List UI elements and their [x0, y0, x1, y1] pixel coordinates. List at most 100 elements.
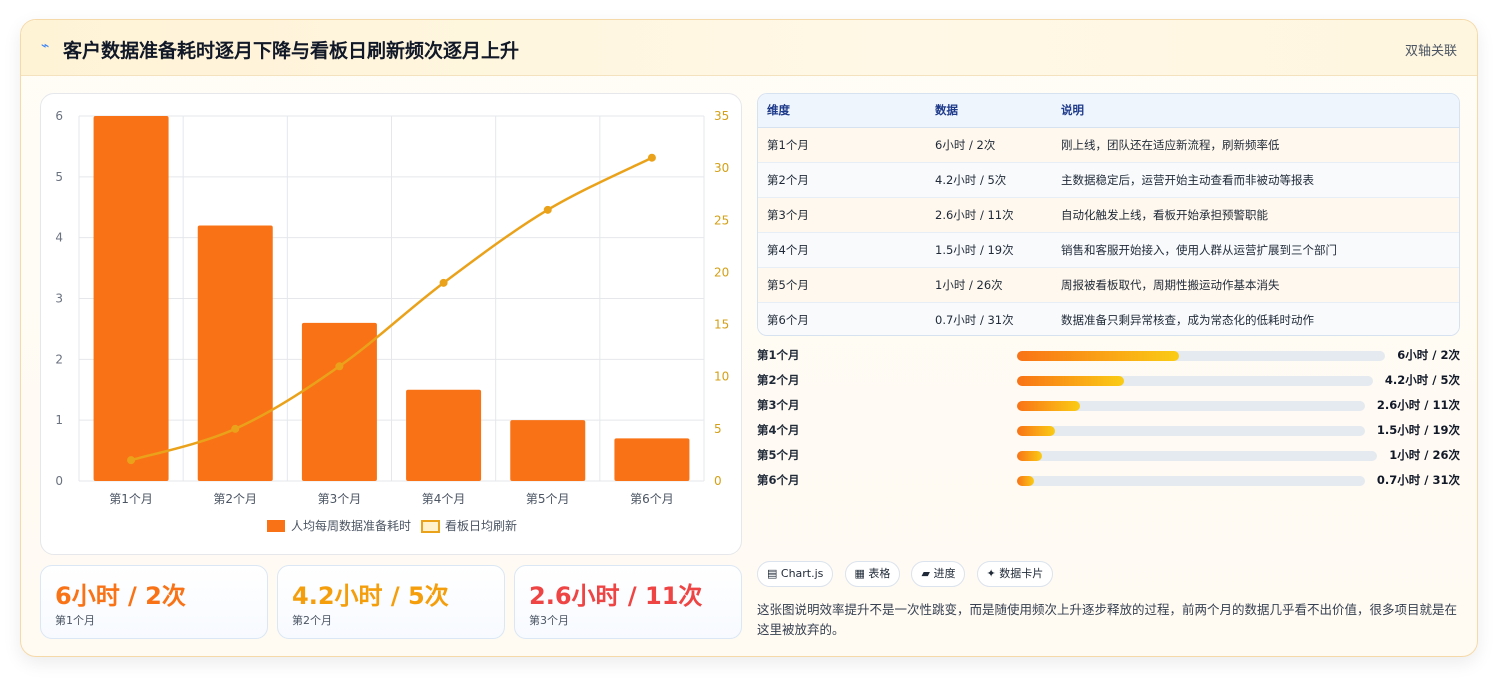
x-tick-label: 第5个月 — [526, 492, 570, 506]
line-point — [335, 362, 344, 371]
bar — [614, 438, 690, 481]
bar — [510, 420, 586, 481]
lightning-icon: ⌁ — [41, 38, 50, 54]
progress-label: 第4个月 — [757, 423, 800, 437]
bar — [406, 389, 482, 481]
x-tick-label: 第6个月 — [630, 492, 674, 506]
cell-dimension: 第6个月 — [758, 302, 926, 335]
progress-label: 第5个月 — [757, 448, 800, 462]
legend-swatch-line — [421, 520, 440, 533]
page-title: 客户数据准备耗时逐月下降与看板日刷新频次逐月上升 — [63, 40, 520, 62]
y-right-tick: 15 — [714, 318, 729, 332]
progress-track — [1017, 401, 1365, 411]
y-right-tick: 20 — [714, 265, 729, 279]
table-row: 第2个月 4.2小时 / 5次 主数据稳定后，运营开始主动查看而非被动等报表 — [758, 162, 1459, 198]
progress-fill — [1017, 351, 1180, 361]
y-right-tick: 30 — [714, 161, 729, 175]
progress-fill — [1017, 401, 1080, 411]
kpi-value: 6小时 / 2次 — [55, 582, 186, 610]
progress-label: 第1个月 — [757, 348, 800, 362]
x-tick-label: 第2个月 — [213, 492, 257, 506]
chip-data-card[interactable]: ✦ 数据卡片 — [976, 561, 1054, 587]
cell-dimension: 第3个月 — [758, 197, 926, 233]
line-point — [543, 205, 552, 214]
progress-track — [1017, 376, 1373, 386]
progress-row: 第4个月 1.5小时 / 19次 — [757, 420, 1460, 440]
y-left-tick: 1 — [55, 413, 63, 427]
progress-row: 第2个月 4.2小时 / 5次 — [757, 370, 1460, 390]
cell-data: 1小时 / 26次 — [926, 267, 1052, 303]
dashboard-card: ⌁ 客户数据准备耗时逐月下降与看板日刷新频次逐月上升 双轴关联 01234560… — [20, 19, 1478, 657]
card-header: ⌁ 客户数据准备耗时逐月下降与看板日刷新频次逐月上升 双轴关联 — [21, 20, 1477, 76]
summary-note: 这张图说明效率提升不是一次性跳变，而是随使用频次上升逐步释放的过程，前两个月的数… — [757, 602, 1458, 637]
progress-track — [1017, 351, 1386, 361]
combo-chart: 0 1 2 3 4 5 6 0 5 10 15 20 25 30 35 第1个月 第2个月 第3个月 第4个月 第5个… — [40, 93, 742, 555]
y-right-tick: 25 — [714, 213, 729, 227]
y-right-tick: 5 — [714, 422, 722, 436]
cell-description: 刚上线，团队还在适应新流程，刷新频率低 — [1052, 127, 1459, 163]
progress-fill — [1017, 476, 1035, 486]
y-right-tick: 10 — [714, 370, 729, 384]
line-point — [439, 278, 448, 287]
table-row: 第1个月 6小时 / 2次 刚上线，团队还在适应新流程，刷新频率低 — [758, 127, 1459, 163]
progress-value: 1.5小时 / 19次 — [1376, 423, 1460, 437]
legend-label-bars: 人均每周数据准备耗时 — [291, 518, 411, 533]
cell-dimension: 第2个月 — [758, 162, 926, 198]
cell-description: 数据准备只剩异常核查，成为常态化的低耗时动作 — [1052, 302, 1459, 335]
chip-chartjs[interactable]: ▤ Chart.js — [757, 561, 834, 587]
kpi-card-3: 2.6小时 / 11次 第3个月 — [514, 565, 742, 639]
x-tick-label: 第4个月 — [422, 492, 466, 506]
legend-label-line: 看板日均刷新 — [445, 518, 517, 533]
cell-description: 周报被看板取代，周期性搬运动作基本消失 — [1052, 267, 1459, 303]
progress-value: 0.7小时 / 31次 — [1376, 473, 1460, 487]
progress-track — [1017, 426, 1365, 436]
cell-data: 0.7小时 / 31次 — [926, 302, 1052, 335]
table-row: 第3个月 2.6小时 / 11次 自动化触发上线，看板开始承担预警职能 — [758, 197, 1459, 233]
table-row: 第4个月 1.5小时 / 19次 销售和客服开始接入，使用人群从运营扩展到三个部门 — [758, 232, 1459, 268]
progress-value: 6小时 / 2次 — [1397, 348, 1460, 362]
cell-dimension: 第5个月 — [758, 267, 926, 303]
kpi-value: 4.2小时 / 5次 — [292, 582, 449, 610]
kpi-label: 第1个月 — [55, 614, 95, 627]
dual-axis-tag: 双轴关联 — [1404, 44, 1457, 59]
data-table: 维度 数据 说明 第1个月 6小时 / 2次 刚上线，团队还在适应新流程，刷新频率低… — [757, 93, 1460, 336]
y-left-tick: 3 — [55, 292, 63, 306]
progress-value: 4.2小时 / 5次 — [1384, 373, 1460, 387]
progress-row: 第6个月 0.7小时 / 31次 — [757, 470, 1460, 490]
kpi-value: 2.6小时 / 11次 — [529, 582, 703, 610]
cell-data: 6小时 / 2次 — [926, 127, 1052, 163]
kpi-card-1: 6小时 / 2次 第1个月 — [40, 565, 268, 639]
cell-data: 1.5小时 / 19次 — [926, 232, 1052, 268]
cell-description: 销售和客服开始接入，使用人群从运营扩展到三个部门 — [1052, 232, 1459, 268]
progress-fill — [1017, 451, 1043, 461]
progress-label: 第2个月 — [757, 373, 800, 387]
kpi-card-2: 4.2小时 / 5次 第2个月 — [277, 565, 505, 639]
legend-swatch-bars — [267, 520, 285, 532]
progress-track — [1017, 451, 1378, 461]
col-header-data: 数据 — [926, 94, 1052, 128]
col-header-dimension: 维度 — [758, 94, 926, 128]
y-left-tick: 2 — [55, 352, 63, 366]
progress-fill — [1017, 426, 1056, 436]
col-header-description: 说明 — [1052, 94, 1459, 128]
y-right-tick: 0 — [714, 474, 722, 488]
cell-description: 自动化触发上线，看板开始承担预警职能 — [1052, 197, 1459, 233]
progress-fill — [1017, 376, 1124, 386]
table-row: 第5个月 1小时 / 26次 周报被看板取代，周期性搬运动作基本消失 — [758, 267, 1459, 303]
progress-value: 1小时 / 26次 — [1389, 448, 1460, 462]
y-left-tick: 0 — [55, 474, 63, 488]
progress-track — [1017, 476, 1365, 486]
cell-data: 2.6小时 / 11次 — [926, 197, 1052, 233]
y-left-tick: 5 — [55, 170, 63, 184]
table-row: 第6个月 0.7小时 / 31次 数据准备只剩异常核查，成为常态化的低耗时动作 — [758, 302, 1459, 335]
cell-description: 主数据稳定后，运营开始主动查看而非被动等报表 — [1052, 162, 1459, 198]
bar — [93, 116, 169, 481]
y-right-tick: 35 — [714, 109, 729, 123]
chip-progress[interactable]: ▰ 进度 — [911, 561, 966, 587]
chip-table[interactable]: ▦ 表格 — [844, 561, 901, 587]
cell-dimension: 第1个月 — [758, 127, 926, 163]
kpi-label: 第3个月 — [529, 614, 569, 627]
progress-row: 第3个月 2.6小时 / 11次 — [757, 395, 1460, 415]
chip-row: ▤ Chart.js ▦ 表格 ▰ 进度 ✦ 数据卡片 — [757, 561, 1059, 589]
cell-data: 4.2小时 / 5次 — [926, 162, 1052, 198]
